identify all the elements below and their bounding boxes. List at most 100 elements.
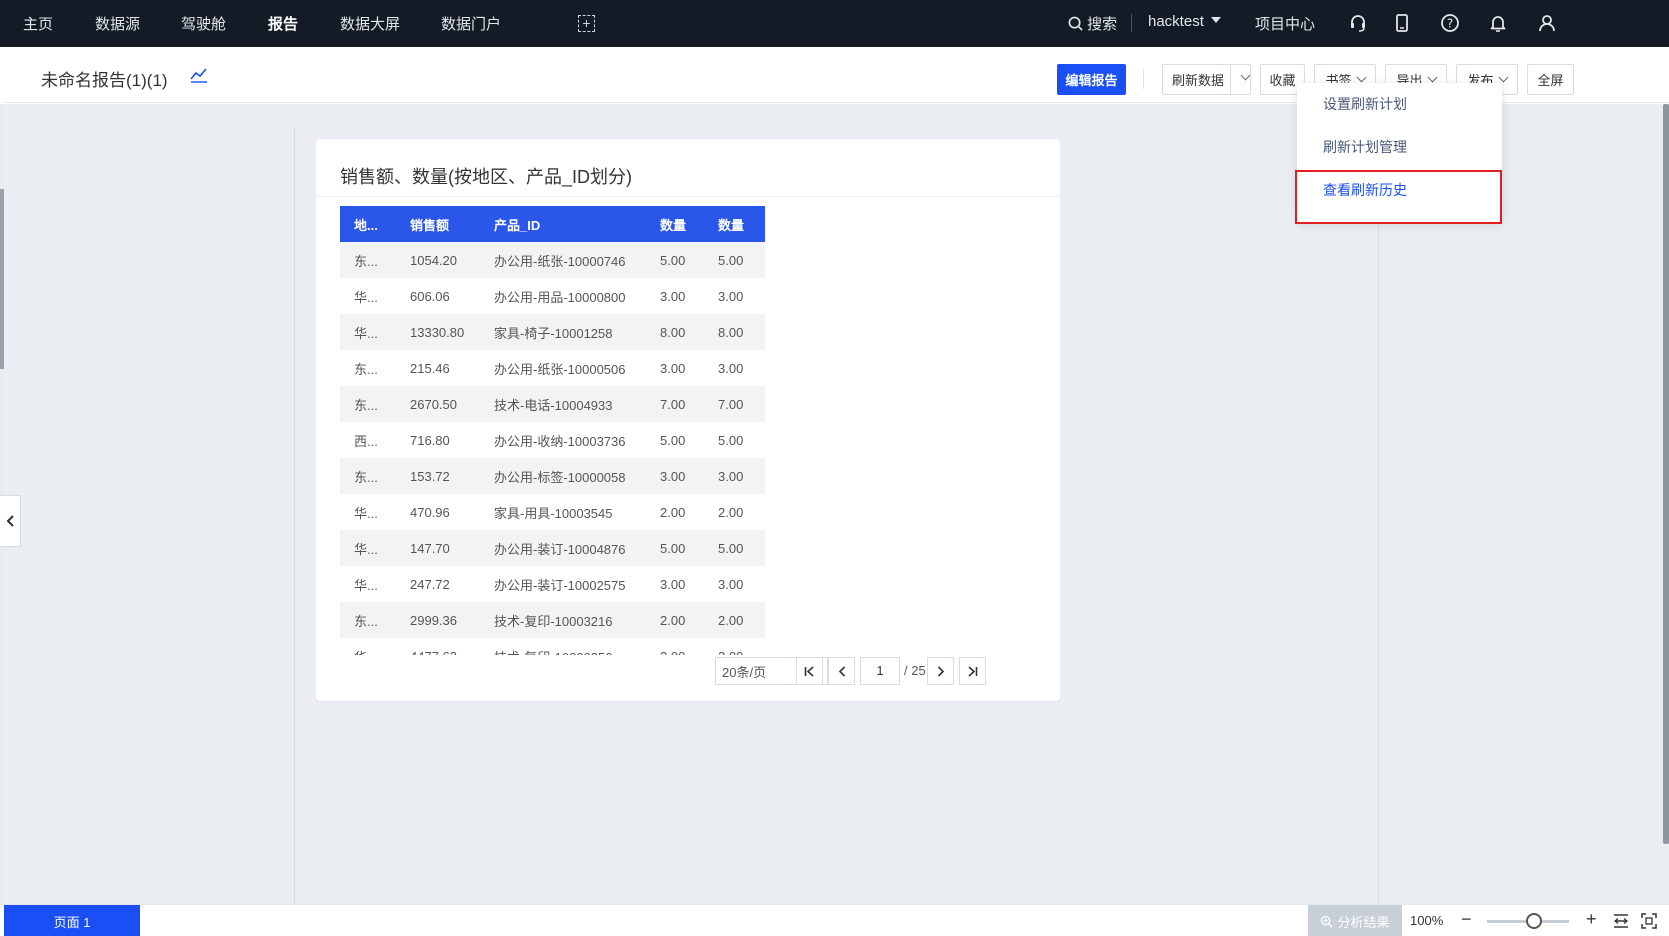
cell-quantity: 3.00 <box>660 288 686 304</box>
user-name: hacktest <box>1148 13 1204 30</box>
cell-quantity-2: 2.00 <box>718 504 744 520</box>
nav-item-home[interactable]: 主页 <box>23 13 53 34</box>
cell-sales: 606.06 <box>410 288 450 304</box>
cell-quantity-2: 3.00 <box>718 468 744 484</box>
column-header-sales[interactable]: 销售额 <box>410 215 494 234</box>
user-icon[interactable] <box>1537 13 1557 33</box>
table-row[interactable]: 华... 13330.80 家具-椅子-10001258 8.00 8.00 <box>340 314 765 350</box>
table-row[interactable]: 华...4477.62技术-复印-100008502.002.00 <box>340 638 765 656</box>
trend-chart-icon[interactable] <box>190 67 208 83</box>
cell-sales: 716.80 <box>410 432 450 448</box>
table-row[interactable]: 东... 2999.36 技术-复印-10003216 2.00 2.00 <box>340 602 765 638</box>
column-header-product-id[interactable]: 产品_ID <box>494 215 660 234</box>
cell-quantity: 3.00 <box>660 360 686 376</box>
cell-region: 华... <box>354 325 378 341</box>
table-row[interactable]: 东... 2670.50 技术-电话-10004933 7.00 7.00 <box>340 386 765 422</box>
zoom-slider-handle[interactable] <box>1526 913 1542 929</box>
cell-product-id: 家具-椅子-10001258 <box>494 325 613 341</box>
header-divider <box>1143 69 1144 89</box>
fit-width-icon[interactable] <box>1613 913 1629 929</box>
table-row[interactable]: 东... 1054.20 办公用-纸张-10000746 5.00 5.00 <box>340 242 765 278</box>
column-header-quantity[interactable]: 数量 <box>660 215 718 234</box>
cell-region: 华... <box>354 505 378 521</box>
cell-quantity: 3.00 <box>660 576 686 592</box>
chevron-left-icon <box>838 665 845 677</box>
column-header-quantity-2[interactable]: 数量 <box>718 215 765 234</box>
nav-item-datasource[interactable]: 数据源 <box>95 13 140 34</box>
chevron-down-icon <box>1498 72 1508 83</box>
table-row[interactable]: 东... 215.46 办公用-纸张-10000506 3.00 3.00 <box>340 350 765 386</box>
search-icon <box>1068 16 1083 31</box>
page-size-label: 20条/页 <box>722 664 767 680</box>
cell-sales: 2670.50 <box>410 396 457 412</box>
zoom-in-button[interactable]: + <box>1586 909 1597 930</box>
edit-report-button[interactable]: 编辑报告 <box>1057 64 1126 95</box>
page-number-input[interactable]: 1 <box>860 657 900 685</box>
cell-quantity-2: 3.00 <box>718 360 744 376</box>
menu-item-set-refresh-plan[interactable]: 设置刷新计划 <box>1297 83 1502 126</box>
headset-icon[interactable] <box>1348 13 1368 33</box>
help-icon[interactable]: ? <box>1440 13 1460 33</box>
project-center-link[interactable]: 项目中心 <box>1255 13 1315 34</box>
cell-quantity: 3.00 <box>660 468 686 484</box>
svg-text:?: ? <box>1447 17 1453 31</box>
cell-product-id: 家具-用具-10003545 <box>494 505 613 521</box>
next-page-button[interactable] <box>927 657 954 685</box>
cell-quantity: 8.00 <box>660 324 686 340</box>
cell-product-id: 办公用-纸张-10000746 <box>494 253 626 269</box>
table-row[interactable]: 东... 153.72 办公用-标签-10000058 3.00 3.00 <box>340 458 765 494</box>
bell-icon[interactable] <box>1488 13 1508 33</box>
cell-region: 华... <box>354 541 378 557</box>
chevron-down-icon[interactable] <box>1240 70 1251 81</box>
table-row[interactable]: 华... 247.72 办公用-装订-10002575 3.00 3.00 <box>340 566 765 602</box>
cell-region: 华... <box>354 289 378 305</box>
table-row[interactable]: 华... 147.70 办公用-装订-10004876 5.00 5.00 <box>340 530 765 566</box>
report-title: 未命名报告(1)(1) <box>41 71 168 90</box>
fit-screen-icon[interactable] <box>1641 913 1657 929</box>
cell-quantity-2: 2.00 <box>718 612 744 628</box>
search-button[interactable]: 搜索 <box>1068 13 1117 34</box>
nav-item-bigscreen[interactable]: 数据大屏 <box>340 13 400 34</box>
cell-sales: 215.46 <box>410 360 450 376</box>
page-tab[interactable]: 页面 1 <box>4 905 140 936</box>
chevron-down-icon <box>1427 72 1437 83</box>
top-nav: 主页 数据源 驾驶舱 报告 数据大屏 数据门户 + 搜索 hacktest 项目… <box>0 0 1669 47</box>
card-divider <box>316 196 1060 197</box>
analysis-icon <box>1321 915 1334 928</box>
cell-product-id: 办公用-装订-10004876 <box>494 541 626 557</box>
table-row[interactable]: 华... 606.06 办公用-用品-10000800 3.00 3.00 <box>340 278 765 314</box>
left-scrollbar[interactable] <box>0 189 4 369</box>
menu-item-refresh-plan-management[interactable]: 刷新计划管理 <box>1297 126 1502 169</box>
user-menu[interactable]: hacktest <box>1148 13 1222 30</box>
prev-page-button[interactable] <box>828 657 855 685</box>
table-widget-card: 销售额、数量(按地区、产品_ID划分) 地... 销售额 产品_ID 数量 数量… <box>316 139 1060 701</box>
nav-item-portal[interactable]: 数据门户 <box>441 13 501 34</box>
table-row[interactable]: 华... 470.96 家具-用具-10003545 2.00 2.00 <box>340 494 765 530</box>
last-page-button[interactable] <box>959 657 986 685</box>
nav-item-cockpit[interactable]: 驾驶舱 <box>181 13 226 34</box>
cell-region: 华... <box>340 647 410 656</box>
add-tab-icon[interactable]: + <box>578 15 595 32</box>
column-header-region[interactable]: 地... <box>340 215 410 234</box>
cell-sales: 470.96 <box>410 504 450 520</box>
chevron-right-icon <box>937 665 944 677</box>
zoom-out-button[interactable]: − <box>1461 909 1472 930</box>
fullscreen-button[interactable]: 全屏 <box>1527 64 1574 95</box>
analysis-result-button[interactable]: 分析结果 <box>1308 905 1402 936</box>
mobile-icon[interactable] <box>1392 13 1412 33</box>
table-header: 地... 销售额 产品_ID 数量 数量 <box>340 206 765 242</box>
refresh-data-button[interactable]: 刷新数据 <box>1162 64 1251 95</box>
cell-quantity-2: 3.00 <box>718 576 744 592</box>
table-row[interactable]: 西... 716.80 办公用-收纳-10003736 5.00 5.00 <box>340 422 765 458</box>
right-scrollbar[interactable] <box>1663 104 1669 844</box>
cell-region: 华... <box>354 577 378 593</box>
cell-region: 东... <box>354 469 378 485</box>
collapse-panel-button[interactable] <box>0 495 21 547</box>
cell-quantity-2: 5.00 <box>718 540 744 556</box>
refresh-data-label: 刷新数据 <box>1172 73 1225 88</box>
nav-item-report[interactable]: 报告 <box>268 13 298 34</box>
first-page-button[interactable] <box>796 657 823 685</box>
cell-quantity-2: 3.00 <box>718 288 744 304</box>
table-body: 东... 1054.20 办公用-纸张-10000746 5.00 5.00 华... 60… <box>340 242 765 655</box>
split-divider <box>1230 65 1231 94</box>
